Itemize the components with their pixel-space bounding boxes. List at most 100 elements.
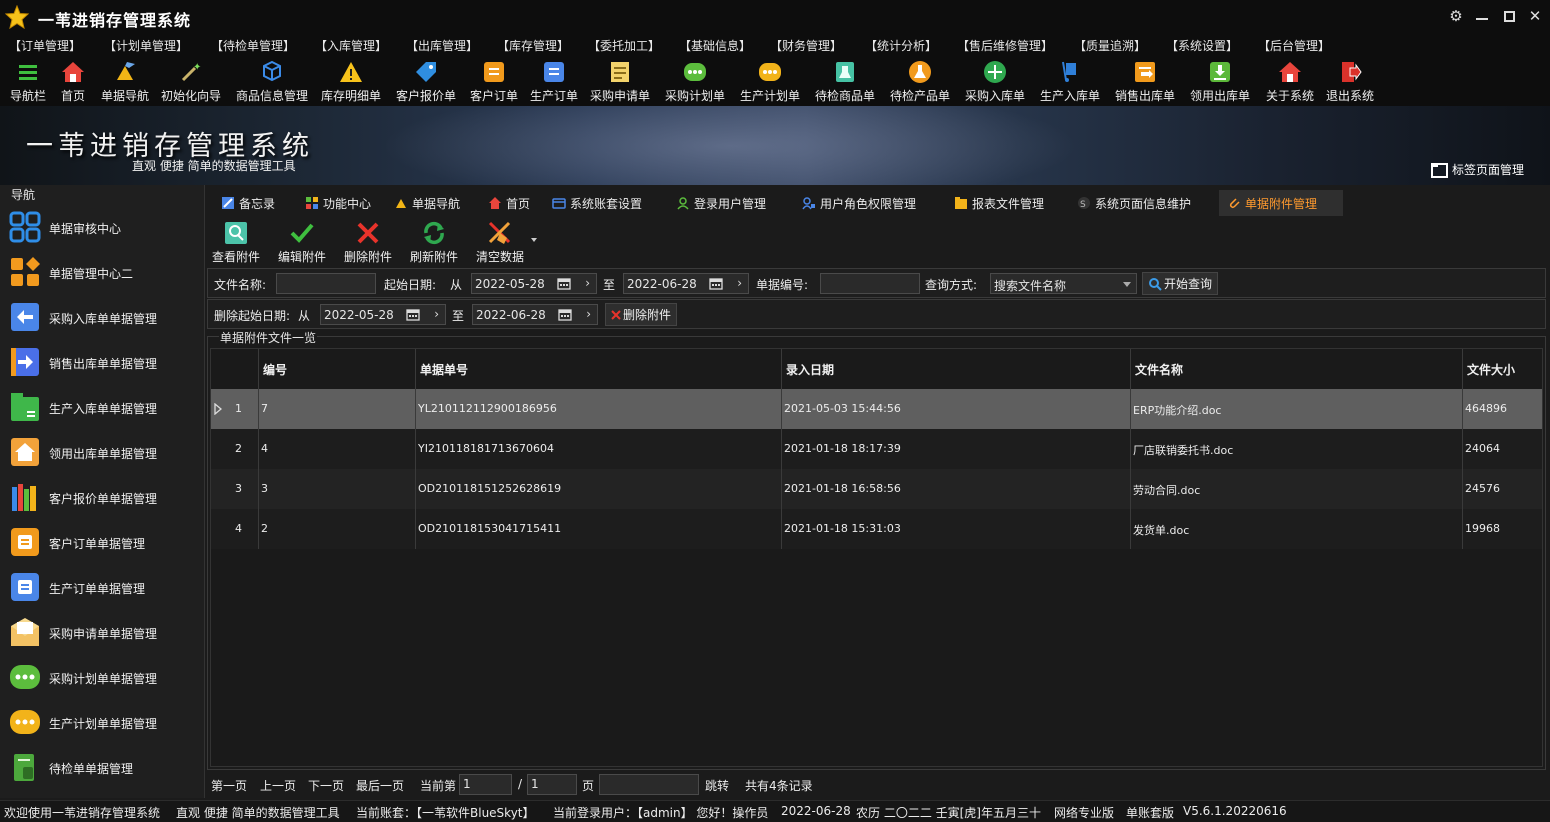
menu-inspect[interactable]: 【待检单管理】: [211, 37, 295, 54]
menu-outsource[interactable]: 【委托加工】: [588, 37, 660, 54]
tag-manager-button[interactable]: 标签页面管理: [1431, 161, 1524, 178]
tab-account-settings[interactable]: 系统账套设置: [544, 190, 650, 216]
calendar-icon[interactable]: [709, 277, 723, 290]
tool-stock-detail[interactable]: 库存明细单: [318, 58, 384, 104]
first-page-link[interactable]: 第一页: [211, 777, 247, 794]
column-header-date[interactable]: 录入日期: [786, 361, 834, 378]
tool-production-inbound[interactable]: 生产入库单: [1038, 58, 1102, 104]
date-from-picker[interactable]: 2022-05-28 ›: [471, 273, 597, 294]
calendar-icon[interactable]: [557, 277, 571, 290]
prev-page-link[interactable]: 上一页: [260, 777, 296, 794]
tool-init-wizard[interactable]: ✦ 初始化向导: [159, 58, 223, 104]
tab-home[interactable]: 首页: [480, 190, 538, 216]
settings-icon[interactable]: ⚙: [1443, 4, 1469, 28]
tool-sales-outbound[interactable]: 销售出库单: [1113, 58, 1177, 104]
table-row[interactable]: 4 2 OD210118153041715411 2021-01-18 15:3…: [211, 509, 1542, 549]
calendar-icon[interactable]: [406, 308, 420, 321]
table-row[interactable]: 3 3 OD210118151252628619 2021-01-18 16:5…: [211, 469, 1542, 509]
view-attachment-button[interactable]: 查看附件: [206, 220, 266, 264]
menu-inbound[interactable]: 【入库管理】: [315, 37, 387, 54]
date-to-picker[interactable]: 2022-06-28 ›: [623, 273, 749, 294]
close-button[interactable]: ✕: [1522, 4, 1548, 28]
delete-attachment-button[interactable]: 删除附件: [338, 220, 398, 264]
menu-outbound[interactable]: 【出库管理】: [406, 37, 478, 54]
jump-button[interactable]: 跳转: [705, 777, 729, 794]
menu-settings[interactable]: 【系统设置】: [1166, 37, 1238, 54]
last-page-link[interactable]: 最后一页: [356, 777, 404, 794]
sidebar-item-production-inbound[interactable]: 生产入库单单据管理: [0, 385, 205, 430]
sidebar-item-purchase-inbound[interactable]: 采购入库单单据管理: [0, 295, 205, 340]
sidebar-item-customer-order[interactable]: 客户订单单据管理: [0, 520, 205, 565]
clear-data-button[interactable]: 清空数据: [470, 220, 530, 264]
maximize-button[interactable]: [1496, 4, 1522, 28]
tool-home[interactable]: 首页: [56, 58, 90, 104]
table-row[interactable]: 2 4 YI210118181713670604 2021-01-18 18:1…: [211, 429, 1542, 469]
edit-attachment-button[interactable]: 编辑附件: [272, 220, 332, 264]
more-dropdown-icon[interactable]: [531, 238, 537, 242]
menu-stats[interactable]: 【统计分析】: [865, 37, 937, 54]
sidebar-item-purchase-request[interactable]: 采购申请单单据管理: [0, 610, 205, 655]
tab-memo[interactable]: 备忘录: [213, 190, 283, 216]
sidebar-item-sales-outbound[interactable]: 销售出库单单据管理: [0, 340, 205, 385]
query-mode-select[interactable]: 搜索文件名称: [990, 273, 1137, 294]
delete-by-date-button[interactable]: 删除附件: [605, 303, 678, 326]
chevron-right-icon[interactable]: ›: [434, 307, 439, 321]
sidebar-item-doc-center-2[interactable]: 单据管理中心二: [0, 250, 205, 295]
sidebar-item-customer-quote[interactable]: 客户报价单单据管理: [0, 475, 205, 520]
tool-pending-goods[interactable]: 待检商品单: [813, 58, 877, 104]
doc-no-input[interactable]: [820, 273, 920, 294]
tab-login-users[interactable]: 登录用户管理: [668, 190, 774, 216]
tool-purchase-plan[interactable]: 采购计划单: [663, 58, 727, 104]
tool-purchase-request[interactable]: 采购申请单: [588, 58, 652, 104]
menu-aftersale[interactable]: 【售后维修管理】: [957, 37, 1053, 54]
menu-order[interactable]: 【订单管理】: [9, 37, 81, 54]
menu-admin[interactable]: 【后台管理】: [1258, 37, 1330, 54]
tab-doc-nav[interactable]: 单据导航: [386, 190, 468, 216]
column-header-doc-no[interactable]: 单据单号: [420, 361, 468, 378]
tab-page-info[interactable]: S 系统页面信息维护: [1069, 190, 1199, 216]
delete-date-to-picker[interactable]: 2022-06-28 ›: [472, 304, 598, 325]
delete-date-from-picker[interactable]: 2022-05-28 ›: [320, 304, 446, 325]
tab-attachment-manager[interactable]: 单据附件管理: [1219, 190, 1343, 216]
jump-page-input[interactable]: [599, 774, 699, 795]
tool-production-order[interactable]: 生产订单: [528, 58, 580, 104]
tab-role-permissions[interactable]: 用户角色权限管理: [794, 190, 924, 216]
menu-stock[interactable]: 【库存管理】: [497, 37, 569, 54]
menu-basic[interactable]: 【基础信息】: [679, 37, 751, 54]
current-page-input[interactable]: 1: [459, 774, 512, 795]
tab-report-files[interactable]: 报表文件管理: [946, 190, 1052, 216]
sidebar-item-production-plan[interactable]: 生产计划单单据管理: [0, 700, 205, 745]
sidebar-item-purchase-plan[interactable]: 采购计划单单据管理: [0, 655, 205, 700]
sidebar-item-pending-inspection[interactable]: 待检单单据管理: [0, 745, 205, 790]
tool-production-plan[interactable]: 生产计划单: [738, 58, 802, 104]
attachment-grid[interactable]: 编号 单据单号 录入日期 文件名称 文件大小 1 7 YL21011211290…: [210, 348, 1543, 767]
tool-exit[interactable]: 退出系统: [1323, 58, 1377, 104]
tool-navbar[interactable]: 导航栏: [6, 58, 50, 104]
tool-issue-outbound[interactable]: 领用出库单: [1188, 58, 1252, 104]
chevron-right-icon[interactable]: ›: [585, 276, 590, 290]
column-header-id[interactable]: 编号: [263, 361, 287, 378]
sidebar-item-production-order[interactable]: 生产订单单据管理: [0, 565, 205, 610]
tool-doc-nav[interactable]: 单据导航: [98, 58, 152, 104]
search-button[interactable]: 开始查询: [1142, 272, 1219, 295]
table-row[interactable]: 1 7 YL210112112900186956 2021-05-03 15:4…: [211, 389, 1542, 429]
next-page-link[interactable]: 下一页: [308, 777, 344, 794]
tool-goods-info[interactable]: 商品信息管理: [234, 58, 310, 104]
column-header-file-name[interactable]: 文件名称: [1135, 361, 1183, 378]
minimize-button[interactable]: [1469, 4, 1495, 28]
menu-plan[interactable]: 【计划单管理】: [104, 37, 188, 54]
sidebar-item-audit-center[interactable]: 单据审核中心: [0, 205, 205, 250]
tool-pending-products[interactable]: 待检产品单: [888, 58, 952, 104]
chevron-right-icon[interactable]: ›: [586, 307, 591, 321]
menu-finance[interactable]: 【财务管理】: [770, 37, 842, 54]
tab-function-center[interactable]: 功能中心: [297, 190, 379, 216]
tool-customer-order[interactable]: 客户订单: [468, 58, 520, 104]
column-header-file-size[interactable]: 文件大小: [1467, 361, 1515, 378]
tool-about[interactable]: 关于系统: [1263, 58, 1317, 104]
menu-trace[interactable]: 【质量追溯】: [1074, 37, 1146, 54]
chevron-right-icon[interactable]: ›: [737, 276, 742, 290]
sidebar-item-issue-outbound[interactable]: 领用出库单单据管理: [0, 430, 205, 475]
file-name-input[interactable]: [276, 273, 376, 294]
refresh-attachment-button[interactable]: 刷新附件: [404, 220, 464, 264]
tool-quote[interactable]: 客户报价单: [393, 58, 459, 104]
